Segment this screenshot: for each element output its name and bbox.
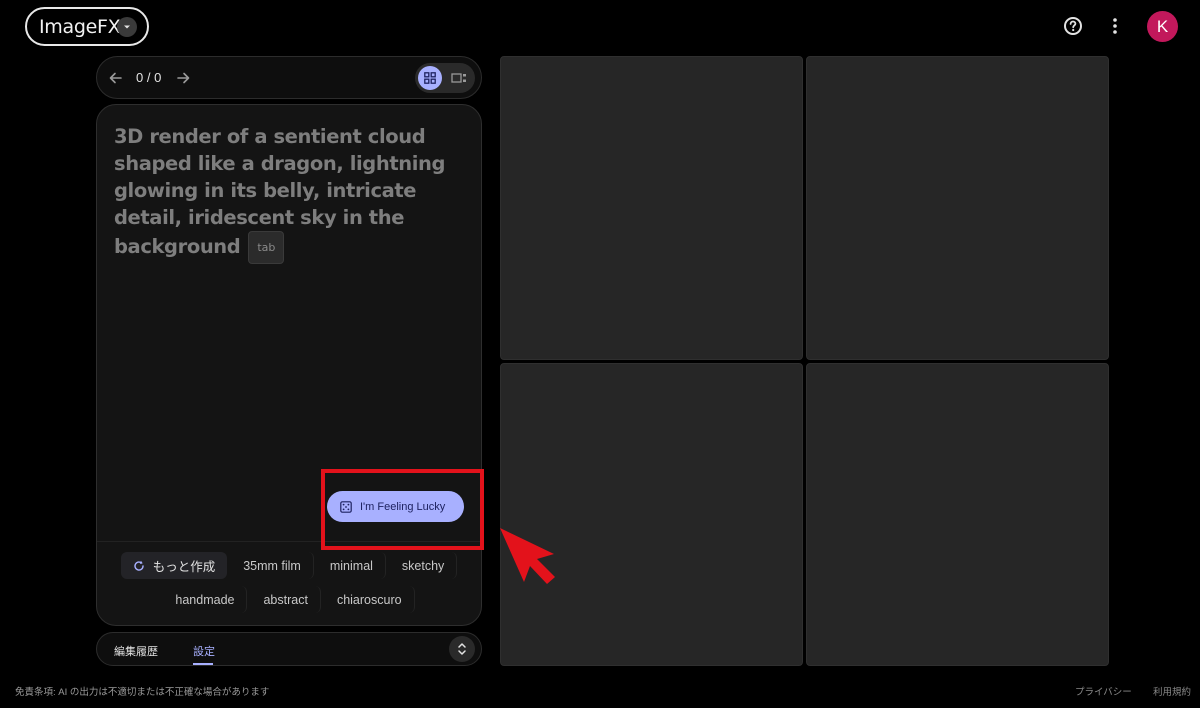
result-counter: 0 / 0	[136, 70, 162, 85]
image-tile[interactable]	[500, 363, 803, 666]
active-tab-indicator	[193, 663, 213, 665]
dropdown-icon[interactable]	[117, 17, 137, 37]
style-chip[interactable]: abstract	[251, 586, 321, 613]
annotation-arrow-icon	[500, 528, 555, 584]
style-chip[interactable]: minimal	[318, 552, 386, 579]
tab-settings[interactable]: 設定	[193, 643, 215, 659]
style-chip[interactable]: chiaroscuro	[325, 586, 415, 613]
expand-icon[interactable]	[449, 636, 475, 662]
more-vert-icon[interactable]	[1101, 12, 1129, 40]
more-create-chip[interactable]: もっと作成	[120, 552, 228, 579]
view-toggle	[415, 63, 475, 93]
grid-view-icon[interactable]	[418, 66, 442, 90]
chips-row-1: もっと作成 35mm film minimal sketchy	[97, 552, 481, 579]
prompt-input[interactable]: 3D render of a sentient cloud shaped lik…	[114, 123, 469, 264]
chips-row-2: handmade abstract chiaroscuro	[97, 586, 481, 613]
annotation-highlight-box	[321, 469, 484, 550]
bottom-tabs: 編集履歴 設定	[96, 632, 482, 666]
style-chip[interactable]: sketchy	[390, 552, 458, 579]
app-title: ImageFX	[39, 15, 121, 38]
image-tile[interactable]	[806, 56, 1109, 360]
avatar[interactable]: K	[1147, 11, 1178, 42]
single-view-icon[interactable]	[449, 68, 469, 88]
more-create-label: もっと作成	[152, 560, 216, 574]
privacy-link[interactable]: プライバシー	[1075, 684, 1132, 698]
style-chip[interactable]: handmade	[163, 586, 248, 613]
terms-link[interactable]: 利用規約	[1153, 684, 1191, 698]
tab-hint: tab	[248, 231, 285, 264]
tab-edit-history[interactable]: 編集履歴	[114, 643, 158, 659]
image-tile[interactable]	[806, 363, 1109, 666]
footer-disclaimer: 免責条項: AI の出力は不適切または不正確な場合があります	[15, 687, 270, 698]
app-switcher[interactable]: ImageFX	[25, 7, 149, 46]
result-navigation: 0 / 0	[96, 56, 482, 99]
refresh-icon	[133, 560, 144, 571]
image-tile[interactable]	[500, 56, 803, 360]
style-chip[interactable]: 35mm film	[231, 552, 314, 579]
help-icon[interactable]	[1059, 12, 1087, 40]
arrow-forward-icon[interactable]	[174, 69, 192, 87]
arrow-back-icon[interactable]	[107, 69, 125, 87]
